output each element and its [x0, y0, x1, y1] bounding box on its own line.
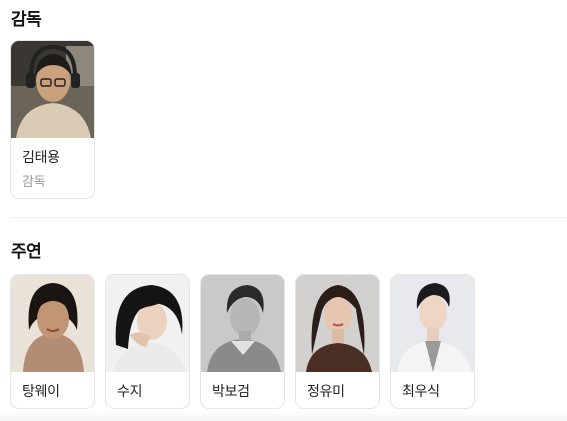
cast-photo: [106, 275, 189, 372]
section-divider: [10, 217, 567, 218]
director-card-list: 김태용 감독: [10, 40, 95, 199]
person-card-cast[interactable]: 정유미: [295, 274, 380, 409]
person-name: 최우식: [402, 384, 440, 400]
person-card-cast[interactable]: 최우식: [390, 274, 475, 409]
cast-photo: [11, 275, 94, 372]
cast-section-title: 주연: [11, 242, 42, 262]
actor-portrait-icon: [391, 275, 474, 372]
director-portrait-icon: [11, 41, 94, 138]
cast-card-list: 탕웨이 수지 박보검 정유미 최우식: [10, 274, 475, 409]
person-role: 감독: [22, 175, 46, 190]
person-card-cast[interactable]: 박보검: [200, 274, 285, 409]
person-name: 박보검: [212, 384, 250, 400]
bottom-fade: [0, 411, 567, 421]
actor-portrait-icon: [11, 275, 94, 372]
cast-photo: [296, 275, 379, 372]
cast-section: 주연 탕웨이 수지 박보검 정유미 최우식: [0, 232, 567, 412]
director-section-title: 감독: [11, 10, 42, 30]
person-name: 수지: [117, 384, 143, 400]
actor-portrait-icon: [106, 275, 189, 372]
actor-portrait-icon: [296, 275, 379, 372]
person-card-cast[interactable]: 탕웨이: [10, 274, 95, 409]
actor-portrait-icon: [201, 275, 284, 372]
cast-photo: [391, 275, 474, 372]
director-photo: [11, 41, 94, 138]
person-name: 김태용: [22, 150, 60, 166]
cast-photo: [201, 275, 284, 372]
director-section: 감독 김태용 감독: [0, 0, 567, 215]
person-name: 정유미: [307, 384, 345, 400]
person-card-director[interactable]: 김태용 감독: [10, 40, 95, 199]
person-name: 탕웨이: [22, 384, 60, 400]
person-card-cast[interactable]: 수지: [105, 274, 190, 409]
